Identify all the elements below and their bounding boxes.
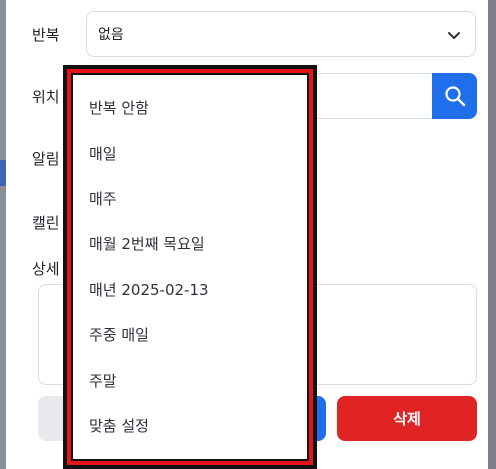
alarm-label: 알림: [32, 150, 60, 168]
repeat-select[interactable]: 없음: [86, 11, 476, 57]
background-page-right: [488, 0, 496, 469]
repeat-label: 반복: [32, 26, 60, 44]
screen: 반복 없음 위치 알림 캘린 상세 삭제 반복 안함 매일 매주 매월 2번째 …: [0, 0, 496, 469]
calendar-label: 캘린: [32, 214, 60, 232]
repeat-option-custom[interactable]: 맞춤 설정: [89, 415, 149, 436]
location-label: 위치: [32, 88, 60, 106]
repeat-dropdown-menu: 반복 안함 매일 매주 매월 2번째 목요일 매년 2025-02-13 주중 …: [71, 73, 309, 461]
detail-label: 상세: [32, 260, 60, 278]
repeat-option-weekly[interactable]: 매주: [89, 188, 117, 209]
delete-button-label: 삭제: [393, 410, 421, 428]
repeat-option-weekend[interactable]: 주말: [89, 370, 117, 391]
repeat-option-weekdays[interactable]: 주중 매일: [89, 324, 149, 345]
search-button[interactable]: [432, 73, 477, 119]
repeat-option-daily[interactable]: 매일: [89, 143, 117, 164]
chevron-down-icon: [448, 32, 460, 39]
repeat-select-value: 없음: [98, 27, 124, 43]
delete-button[interactable]: 삭제: [337, 396, 477, 441]
repeat-option-yearly[interactable]: 매년 2025-02-13: [89, 279, 209, 300]
repeat-option-monthly[interactable]: 매월 2번째 목요일: [89, 233, 205, 254]
dropdown-highlight-frame: 반복 안함 매일 매주 매월 2번째 목요일 매년 2025-02-13 주중 …: [63, 65, 317, 469]
search-icon: [444, 86, 465, 107]
repeat-option-none[interactable]: 반복 안함: [89, 97, 149, 118]
